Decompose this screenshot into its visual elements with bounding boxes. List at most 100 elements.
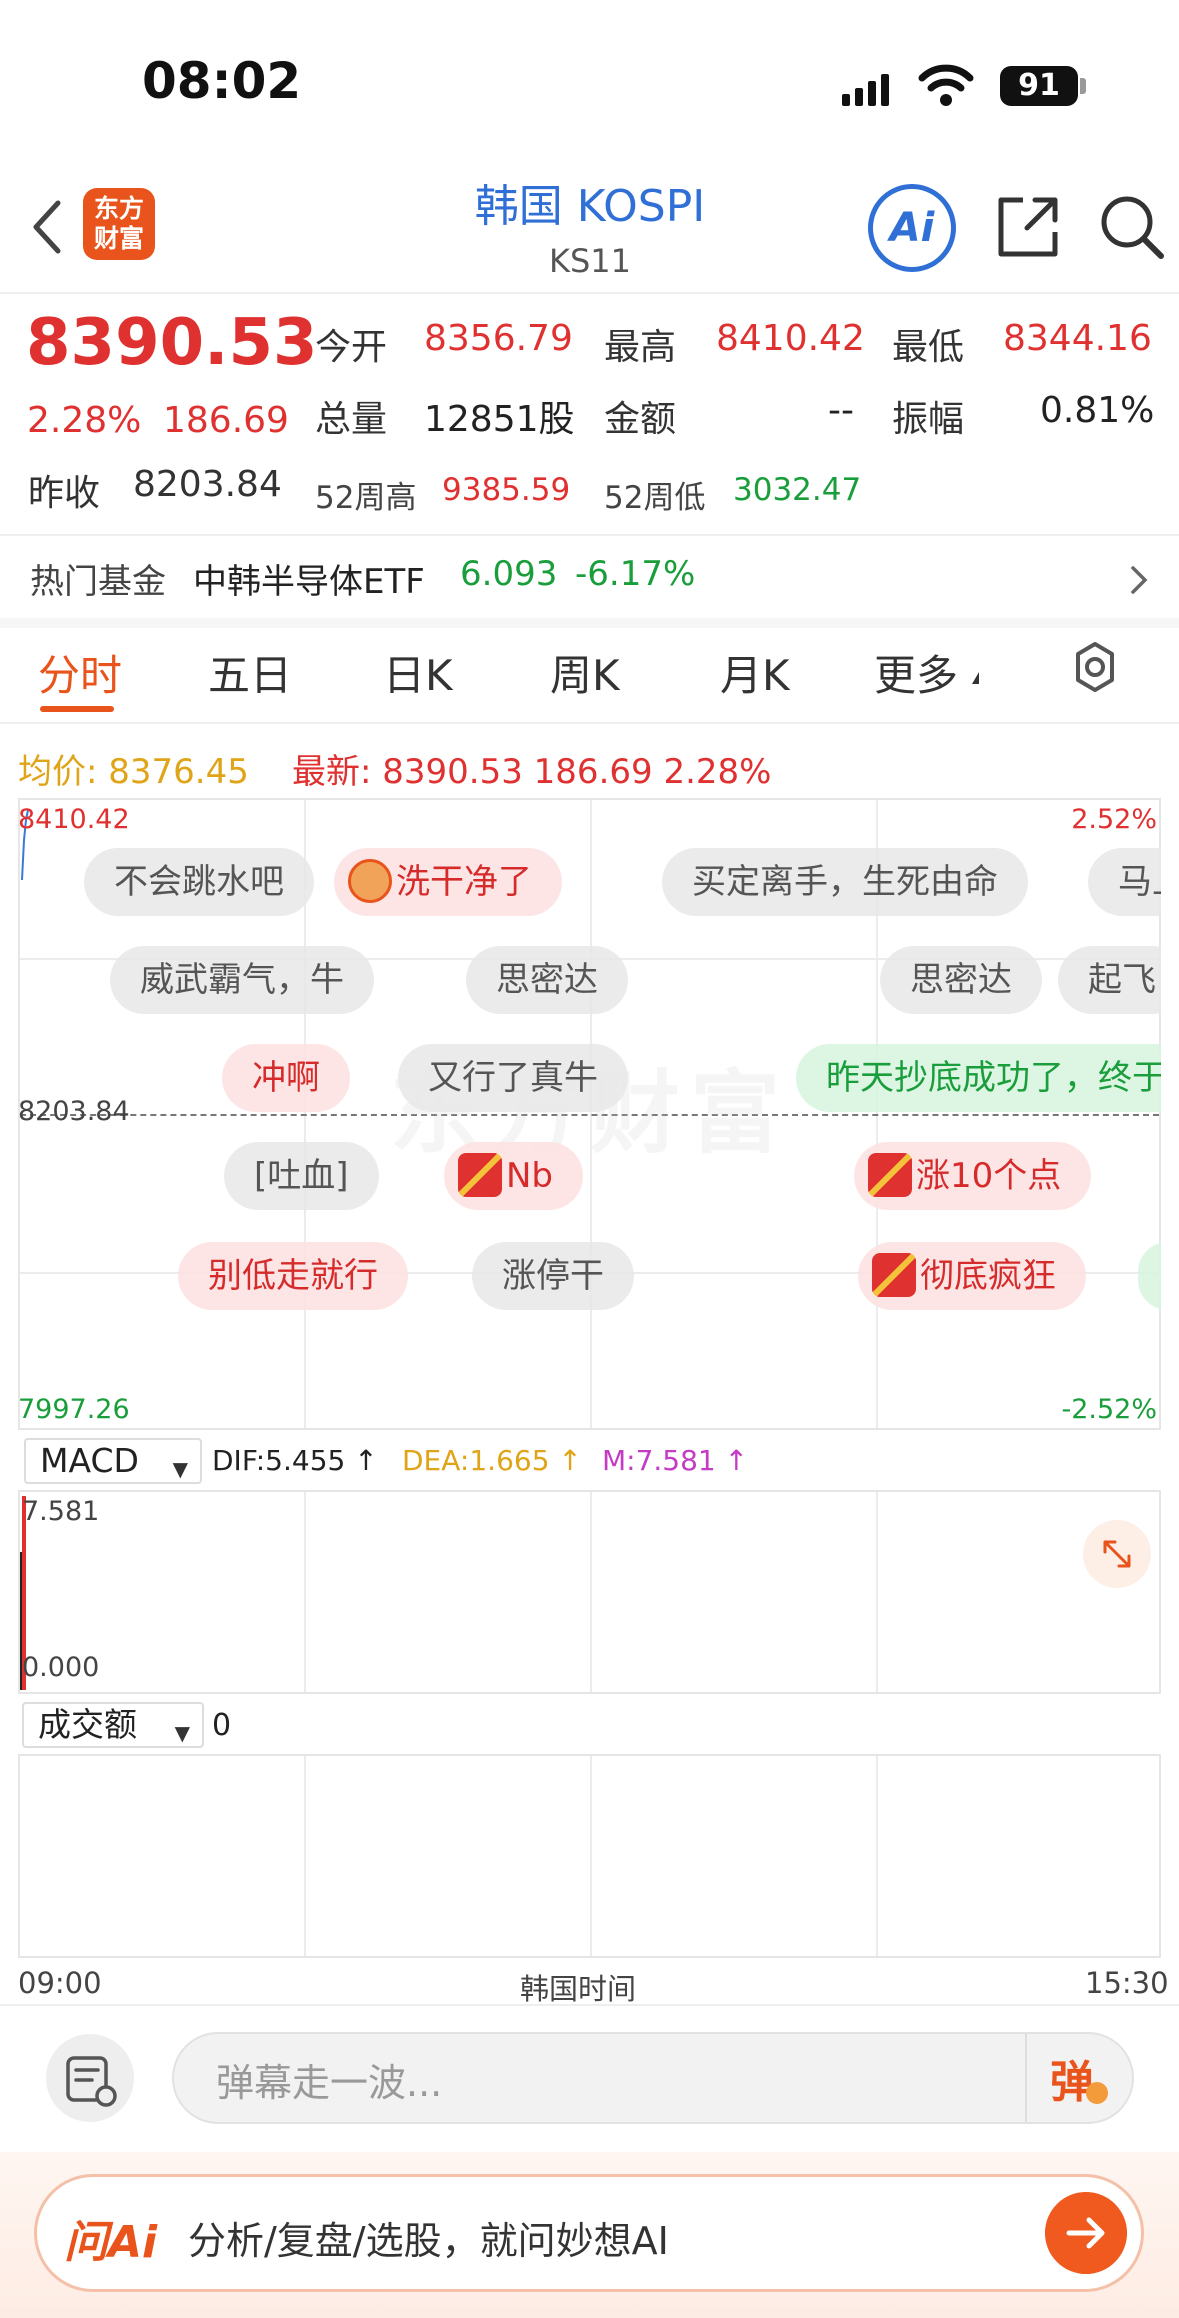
danmu-bubble: 思密达	[880, 946, 1042, 1014]
danmu-bubble: 不会跳水吧	[84, 848, 314, 916]
macd-dea: DEA:1.665 ↑	[402, 1444, 582, 1477]
tab-daily-k[interactable]: 日K	[383, 642, 453, 703]
fund-divider	[0, 618, 1179, 628]
hot-fund-change: -6.17%	[575, 554, 696, 594]
open-label: 今开	[315, 327, 388, 368]
low-label: 最低	[892, 327, 965, 368]
page-title: 韩国 KOSPI	[474, 181, 706, 232]
grid-line	[876, 1756, 878, 1956]
danmu-bubble: 思密达	[466, 946, 628, 1014]
danmu-bubble: 洗干净了	[334, 848, 562, 916]
tab-intraday[interactable]: 分时	[38, 642, 122, 703]
firecracker-icon	[458, 1152, 502, 1197]
macd-dif: DIF:5.455 ↑	[212, 1444, 378, 1477]
nav-divider	[0, 292, 1179, 294]
search-icon[interactable]	[1095, 190, 1167, 262]
low-value: 8344.16	[1003, 318, 1152, 359]
tab-more-caret-icon	[972, 672, 979, 684]
volume-label: 总量	[315, 399, 388, 440]
prev-close-label: 昨收	[28, 473, 101, 514]
change-value: 186.69	[163, 400, 289, 441]
grid-line	[304, 1492, 306, 1692]
hot-fund-label: 热门基金	[30, 562, 166, 602]
current-price: 8390.53	[26, 306, 318, 380]
dropdown-caret-icon: ▼	[174, 1721, 190, 1745]
amplitude-value: 0.81%	[1040, 390, 1155, 431]
status-time: 08:02	[142, 52, 302, 110]
tabs-divider	[0, 722, 1179, 724]
share-icon[interactable]	[993, 190, 1065, 262]
grid-line	[304, 1756, 306, 1956]
volume-amount: 0	[212, 1708, 232, 1743]
danmu-bubble: 又行了真牛	[398, 1044, 628, 1112]
danmu-input[interactable]: 弹幕走一波...	[216, 2052, 442, 2107]
active-tab-indicator	[40, 706, 114, 712]
hot-fund-price: 6.093	[460, 554, 558, 594]
ai-button[interactable]: Ai	[868, 184, 956, 272]
grid-line	[590, 1492, 592, 1692]
volume-chart	[18, 1754, 1161, 1958]
danmu-bubble	[1138, 1242, 1161, 1310]
danmu-layer: 不会跳水吧 洗干净了 买定离手，生死由命 马上 威武霸气，牛 思密达 思密达 起…	[18, 798, 1161, 1430]
battery-cap	[1080, 78, 1086, 94]
tab-more[interactable]: 更多	[874, 642, 958, 703]
chevron-right-icon[interactable]	[1125, 560, 1153, 600]
open-value: 8356.79	[424, 318, 573, 359]
expand-icon[interactable]	[1083, 1520, 1151, 1588]
danmu-bubble: 买定离手，生死由命	[662, 848, 1028, 916]
volume-type-select[interactable]: 成交额 ▼	[22, 1702, 204, 1748]
battery-indicator: 91	[1000, 66, 1078, 106]
indicator-select[interactable]: MACD ▼	[24, 1438, 202, 1484]
danmu-bubble: 别低走就行	[178, 1242, 408, 1310]
danmu-settings-icon[interactable]	[46, 2034, 134, 2122]
danmu-bubble: 彻底疯狂	[858, 1242, 1086, 1310]
app-logo: 东方 财富	[83, 188, 155, 260]
grid-line	[876, 1492, 878, 1692]
dropdown-caret-icon: ▼	[172, 1457, 188, 1481]
chart-bottom-divider	[0, 2004, 1179, 2006]
amplitude-label: 振幅	[892, 399, 965, 440]
wifi-icon	[918, 64, 974, 106]
danmu-bubble: 涨停干	[472, 1242, 634, 1310]
danmu-bubble: [吐血]	[224, 1142, 379, 1210]
gear-icon[interactable]	[1068, 640, 1122, 694]
danmu-bubble: 冲啊	[222, 1044, 350, 1112]
macd-chart: 7.581 0.000	[18, 1490, 1161, 1694]
latest-price-line: 最新: 8390.53 186.69 2.28%	[292, 752, 772, 792]
week52-high-label: 52周高	[315, 480, 417, 516]
high-label: 最高	[604, 327, 677, 368]
volume-value: 12851股	[424, 399, 575, 440]
check-badge-icon	[1086, 2082, 1108, 2104]
danmu-toggle-button[interactable]: 弹	[1050, 2046, 1094, 2110]
time-axis-start: 09:00	[18, 1966, 102, 2000]
danmu-bubble: 昨天抄底成功了，终于	[796, 1044, 1161, 1112]
signal-icon	[842, 72, 902, 106]
ai-logo: 问Ai	[64, 2217, 158, 2268]
change-percent: 2.28%	[27, 400, 142, 441]
firecracker-icon	[872, 1252, 916, 1297]
danmu-bubble: 起飞	[1058, 946, 1161, 1014]
danmu-bubble: 威武霸气，牛	[110, 946, 374, 1014]
macd-axis-bottom: 0.000	[22, 1652, 100, 1683]
back-icon[interactable]	[22, 195, 74, 259]
high-value: 8410.42	[716, 318, 865, 359]
week52-high-value: 9385.59	[442, 472, 571, 508]
prev-close-value: 8203.84	[133, 464, 282, 505]
danmu-bubble: 马上	[1088, 848, 1161, 916]
tab-monthly-k[interactable]: 月K	[720, 642, 790, 703]
cow-emoji-icon	[348, 858, 392, 903]
tab-weekly-k[interactable]: 周K	[550, 642, 620, 703]
ai-prompt-text[interactable]: 分析/复盘/选股，就问妙想AI	[188, 2210, 669, 2265]
danmu-bubble: 涨10个点	[854, 1142, 1092, 1210]
danmu-bubble: Nb	[444, 1142, 584, 1210]
tab-five-day[interactable]: 五日	[208, 642, 292, 703]
amount-value: --	[828, 390, 854, 431]
macd-m: M:7.581 ↑	[602, 1444, 749, 1477]
week52-low-value: 3032.47	[733, 472, 862, 508]
danmu-separator	[1025, 2034, 1027, 2122]
hot-fund-name: 中韩半导体ETF	[193, 562, 425, 602]
time-axis-end: 15:30	[1085, 1966, 1169, 2000]
arrow-right-icon[interactable]	[1045, 2192, 1127, 2274]
firecracker-icon	[868, 1152, 912, 1197]
macd-axis-top: 7.581	[22, 1496, 100, 1527]
